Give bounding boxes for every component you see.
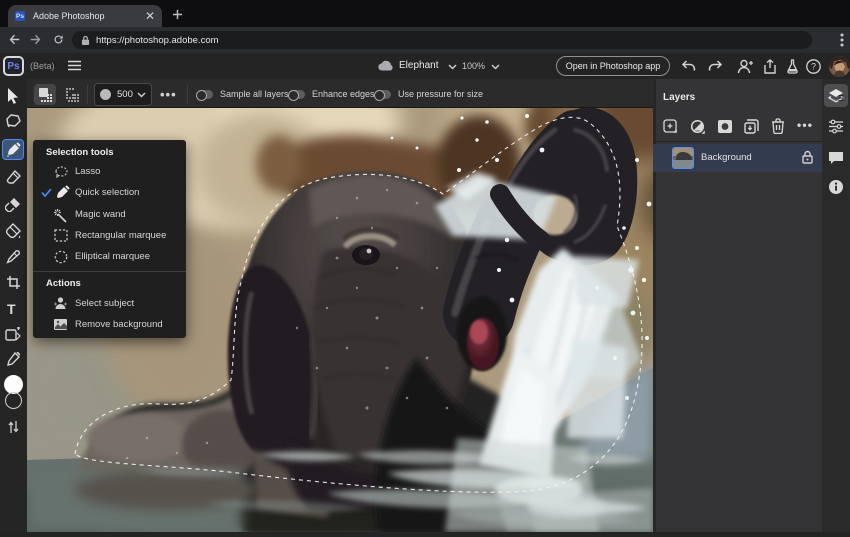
svg-text:?: ? bbox=[811, 62, 816, 72]
